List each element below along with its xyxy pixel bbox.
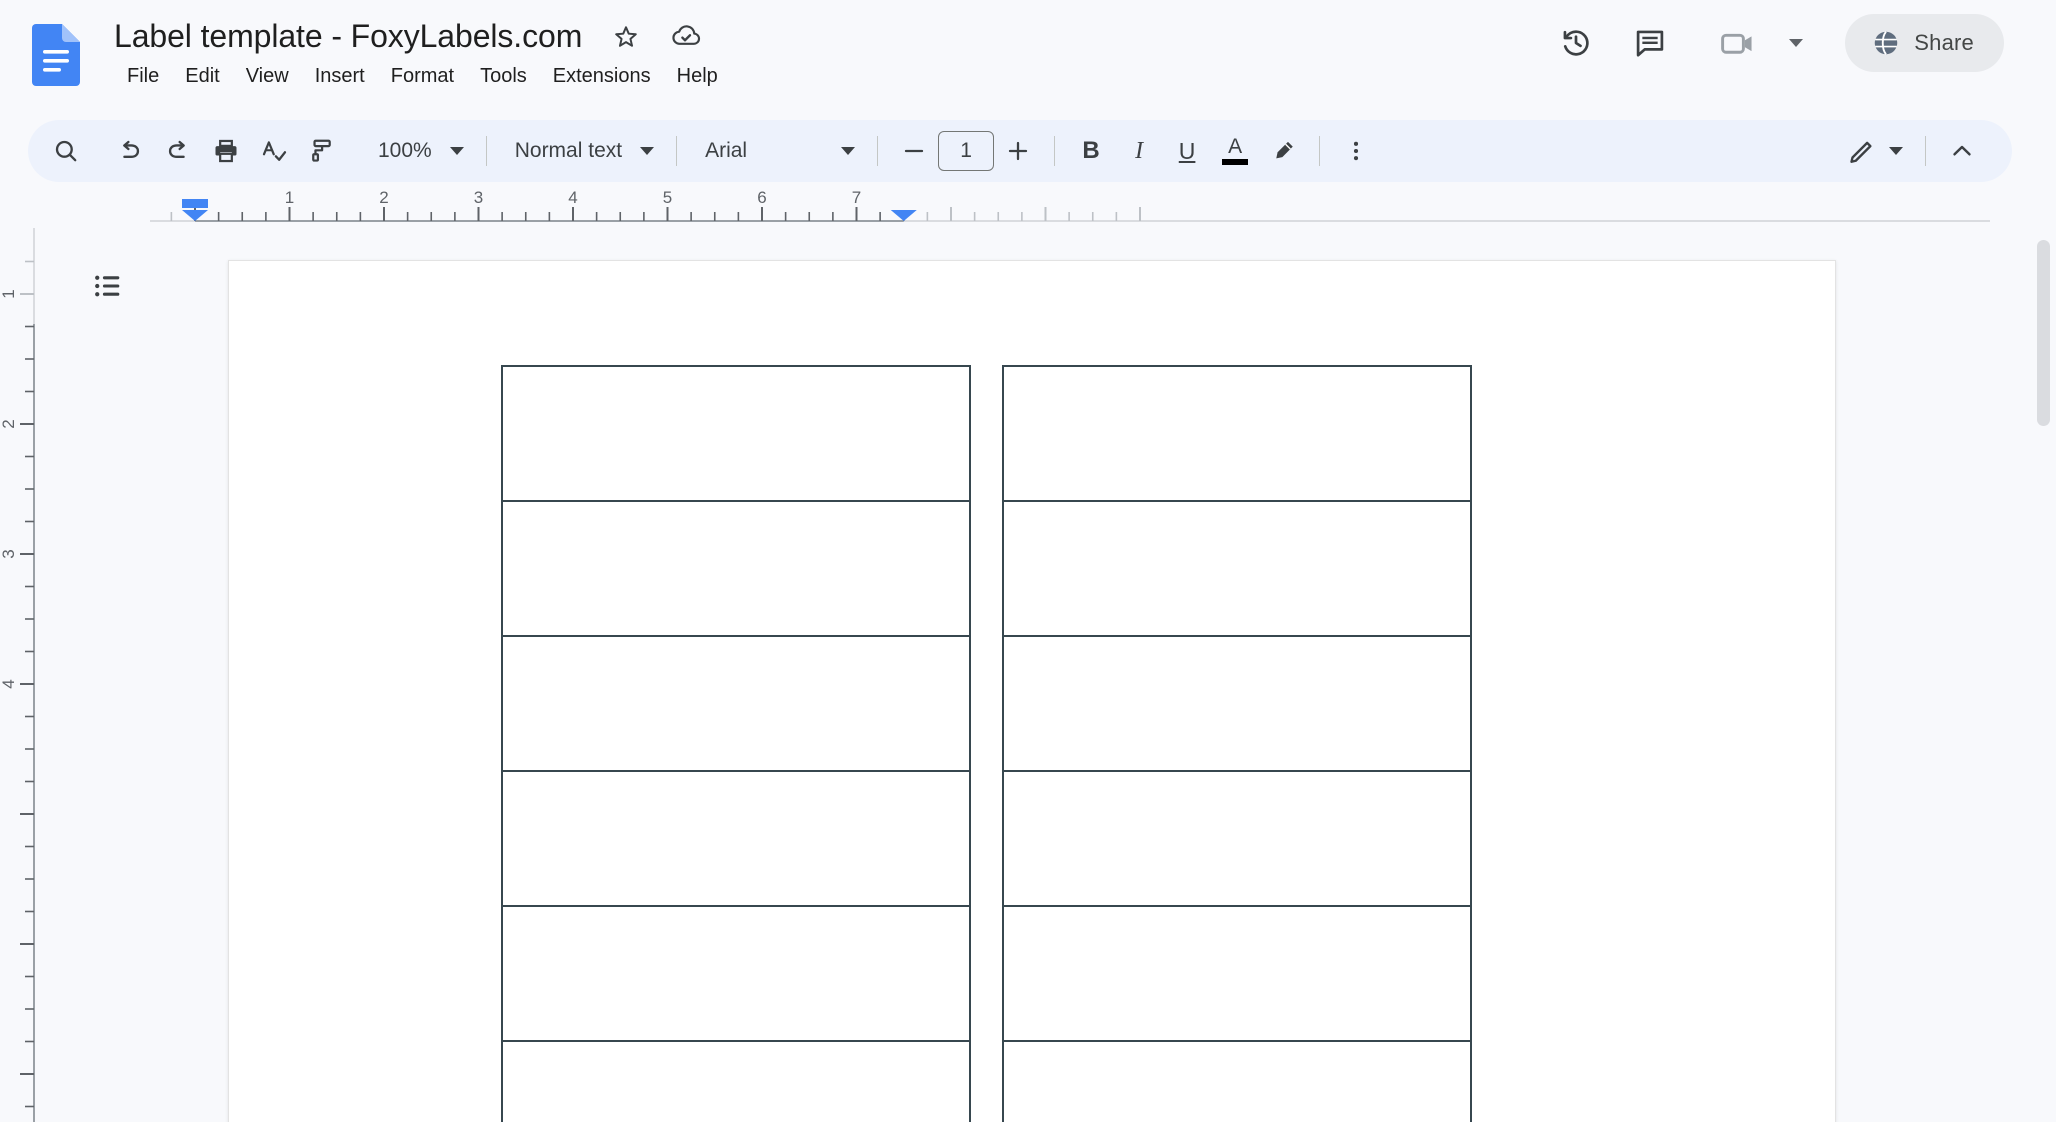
app-header: Label template - FoxyLabels.com File Edi…: [0, 0, 2056, 112]
redo-icon[interactable]: [154, 127, 202, 175]
svg-text:3: 3: [0, 549, 18, 558]
table-cell[interactable]: [501, 770, 971, 907]
share-button[interactable]: Share: [1845, 14, 2004, 72]
svg-text:3: 3: [474, 190, 483, 207]
zoom-dropdown[interactable]: 100%: [362, 128, 474, 174]
table-cell[interactable]: [501, 635, 971, 772]
undo-icon[interactable]: [106, 127, 154, 175]
table-cell[interactable]: [1002, 1040, 1472, 1122]
svg-text:1: 1: [0, 289, 18, 298]
version-history-icon[interactable]: [1547, 14, 1605, 72]
horizontal-ruler[interactable]: 1 2 3 4 5 6 7: [0, 190, 2056, 228]
docs-logo-icon[interactable]: [32, 24, 80, 86]
scrollbar-thumb[interactable]: [2037, 240, 2050, 426]
comment-icon[interactable]: [1621, 14, 1679, 72]
table-cell[interactable]: [1002, 770, 1472, 907]
text-color-swatch: [1222, 159, 1249, 165]
table-cell[interactable]: [501, 365, 971, 502]
globe-icon: [1871, 28, 1901, 58]
menu-bar: File Edit View Insert Format Tools Exten…: [114, 60, 731, 92]
more-vertical-icon[interactable]: [1332, 127, 1380, 175]
font-family-dropdown[interactable]: Arial: [689, 128, 865, 174]
menu-insert[interactable]: Insert: [302, 60, 378, 92]
table-cell[interactable]: [1002, 365, 1472, 502]
chevron-down-icon: [449, 147, 464, 155]
print-icon[interactable]: [202, 127, 250, 175]
table-cell[interactable]: [501, 905, 971, 1042]
highlight-pen-icon: [1270, 139, 1296, 163]
menu-format[interactable]: Format: [378, 60, 467, 92]
font-family-value: Arial: [705, 139, 748, 162]
label-table[interactable]: [501, 365, 1472, 1122]
toolbar-divider: [1054, 136, 1056, 166]
svg-text:4: 4: [568, 190, 577, 207]
edit-pencil-icon: [1847, 136, 1877, 166]
cloud-saved-icon[interactable]: [664, 14, 708, 58]
italic-button[interactable]: I: [1115, 127, 1163, 175]
table-cell[interactable]: [1002, 635, 1472, 772]
header-actions: Share: [1539, 8, 2056, 78]
chevron-down-icon: [1889, 147, 1903, 155]
paint-format-icon[interactable]: [298, 127, 346, 175]
menu-file[interactable]: File: [114, 60, 172, 92]
menu-tools[interactable]: Tools: [467, 60, 540, 92]
collapse-menus-button[interactable]: [1938, 127, 1986, 175]
decrease-font-size-button[interactable]: [890, 127, 938, 175]
table-cell[interactable]: [1002, 905, 1472, 1042]
chevron-down-icon: [841, 147, 856, 155]
spellcheck-icon[interactable]: [250, 127, 298, 175]
increase-font-size-button[interactable]: [994, 127, 1042, 175]
outline-list-icon[interactable]: [80, 258, 136, 314]
menu-extensions[interactable]: Extensions: [540, 60, 664, 92]
share-button-label: Share: [1914, 30, 1974, 55]
underline-button[interactable]: U: [1163, 127, 1211, 175]
formatting-toolbar: 100% Normal text Arial 1 B I U A: [28, 120, 2012, 182]
svg-text:5: 5: [663, 190, 672, 207]
vertical-scrollbar[interactable]: [2032, 228, 2056, 1122]
label-column-1: [501, 365, 971, 1122]
star-icon[interactable]: [604, 14, 648, 58]
svg-text:2: 2: [379, 190, 388, 207]
title-row: Label template - FoxyLabels.com: [108, 14, 708, 58]
document-canvas: [56, 228, 2056, 1122]
toolbar-divider: [1319, 136, 1321, 166]
toolbar-divider: [676, 136, 678, 166]
svg-text:1: 1: [285, 190, 294, 207]
meet-camera-icon[interactable]: [1709, 14, 1767, 72]
zoom-value: 100%: [378, 139, 432, 162]
paragraph-style-dropdown[interactable]: Normal text: [499, 128, 664, 174]
highlight-color-button[interactable]: [1259, 127, 1307, 175]
toolbar-divider: [1925, 136, 1926, 166]
vertical-ruler[interactable]: 1 2 3 4: [0, 228, 56, 1122]
document-title[interactable]: Label template - FoxyLabels.com: [108, 14, 588, 58]
label-column-2: [1002, 365, 1472, 1122]
paragraph-style-value: Normal text: [514, 139, 623, 162]
table-cell[interactable]: [501, 500, 971, 637]
svg-text:6: 6: [757, 190, 766, 207]
menu-edit[interactable]: Edit: [172, 60, 232, 92]
menu-view[interactable]: View: [233, 60, 302, 92]
toolbar-divider: [485, 136, 487, 166]
search-icon[interactable]: [42, 127, 90, 175]
chevron-down-icon: [640, 147, 655, 155]
document-page[interactable]: [228, 260, 1836, 1122]
toolbar-divider: [877, 136, 879, 166]
editing-mode-dropdown[interactable]: [1831, 128, 1913, 174]
svg-text:2: 2: [0, 419, 18, 428]
font-size-input[interactable]: 1: [938, 131, 995, 171]
table-cell[interactable]: [1002, 500, 1472, 637]
table-cell[interactable]: [501, 1040, 971, 1122]
svg-text:7: 7: [852, 190, 861, 207]
text-color-button[interactable]: A: [1211, 127, 1259, 175]
meet-group: [1701, 14, 1804, 72]
text-color-letter: A: [1228, 135, 1243, 158]
svg-text:4: 4: [0, 679, 18, 688]
chevron-down-icon[interactable]: [1789, 39, 1804, 47]
menu-help[interactable]: Help: [664, 60, 731, 92]
google-docs-window: Label template - FoxyLabels.com File Edi…: [0, 0, 2056, 1122]
bold-button[interactable]: B: [1067, 127, 1115, 175]
